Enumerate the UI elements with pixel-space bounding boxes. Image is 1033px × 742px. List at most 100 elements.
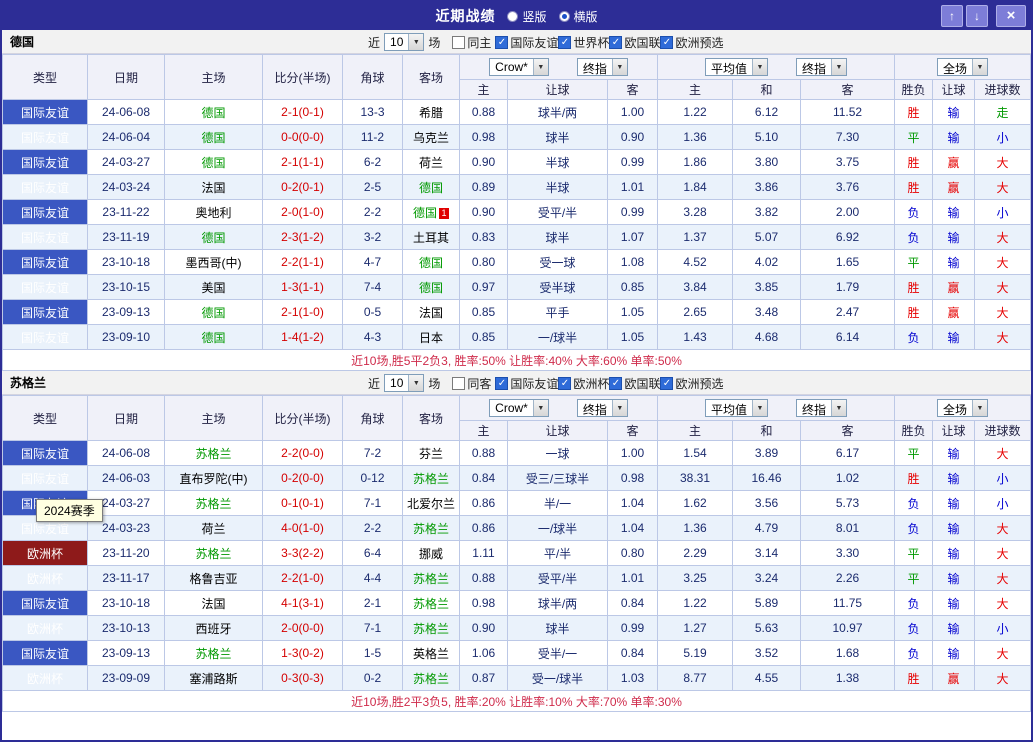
cell-avg-draw: 5.07 [733, 225, 801, 250]
cell-handicap-result: 输 [933, 616, 975, 641]
cell-handicap: 半球 [508, 175, 608, 200]
competition-checkbox[interactable]: 欧洲杯 [558, 375, 609, 392]
col-date-header: 日期 [88, 55, 165, 100]
cell-odds-home: 0.89 [460, 175, 508, 200]
cell-score: 3-3(2-2) [263, 541, 343, 566]
competition-checkbox[interactable]: 欧洲预选 [660, 34, 723, 51]
cell-result: 平 [895, 441, 933, 466]
cell-avg-away: 2.00 [801, 200, 895, 225]
match-count-select[interactable]: 10 ▼ [384, 33, 424, 51]
cell-corners: 11-2 [343, 125, 403, 150]
cell-odds-away: 0.85 [608, 275, 658, 300]
cell-score: 2-0(0-0) [263, 616, 343, 641]
cell-corners: 0-12 [343, 466, 403, 491]
cell-handicap-result: 输 [933, 250, 975, 275]
average-stage-select[interactable]: 终指 ▼ [796, 58, 847, 76]
team-section-germany: 德国 近 10 ▼ 场 同主 国际友谊世界杯欧国联欧洲预选 [2, 30, 1031, 371]
cell-handicap: 球半/两 [508, 100, 608, 125]
cell-odds-home: 0.97 [460, 275, 508, 300]
cell-away-team: 德国 [403, 275, 460, 300]
cell-date: 23-11-19 [88, 225, 165, 250]
scroll-up-button[interactable]: ↑ [941, 5, 963, 27]
cell-corners: 7-4 [343, 275, 403, 300]
close-button[interactable]: × [996, 5, 1026, 27]
red-card-badge: 1 [439, 208, 449, 219]
cell-avg-away: 3.76 [801, 175, 895, 200]
match-row: 国际友谊23-09-13苏格兰1-3(0-2)1-5英格兰1.06受半/一0.8… [3, 641, 1031, 666]
chevron-down-icon: ▼ [752, 59, 767, 75]
cell-handicap: 一/球半 [508, 325, 608, 350]
cell-avg-draw: 6.12 [733, 100, 801, 125]
chevron-down-icon: ▼ [752, 400, 767, 416]
average-stage-select[interactable]: 终指 ▼ [796, 399, 847, 417]
cell-corners: 7-1 [343, 616, 403, 641]
cell-away-team: 荷兰 [403, 150, 460, 175]
cell-result: 胜 [895, 150, 933, 175]
cell-result: 胜 [895, 300, 933, 325]
competition-checkbox[interactable]: 欧国联 [609, 34, 660, 51]
odds-stage-select[interactable]: 终指 ▼ [577, 58, 628, 76]
cell-result: 胜 [895, 275, 933, 300]
checkbox-label: 欧洲预选 [675, 34, 723, 51]
cell-handicap-result: 赢 [933, 150, 975, 175]
cell-avg-draw: 3.52 [733, 641, 801, 666]
team-section-scotland: 苏格兰 近 10 ▼ 场 同客 国际友谊欧洲杯欧国联欧洲预选 [2, 371, 1031, 712]
layout-radio-horizontal[interactable]: 横版 [559, 8, 598, 25]
competition-filters: 国际友谊世界杯欧国联欧洲预选 [495, 34, 723, 51]
average-select[interactable]: 平均值 ▼ [705, 399, 768, 417]
layout-radio-vertical[interactable]: 竖版 [507, 8, 546, 25]
cell-corners: 6-4 [343, 541, 403, 566]
cell-corners: 7-1 [343, 491, 403, 516]
competition-checkbox[interactable]: 欧国联 [609, 375, 660, 392]
cell-handicap-result: 输 [933, 641, 975, 666]
cell-goals: 小 [975, 466, 1031, 491]
odds-stage-select[interactable]: 终指 ▼ [577, 399, 628, 417]
sub-goals-header: 进球数 [975, 421, 1031, 441]
scope-select[interactable]: 全场 ▼ [937, 58, 988, 76]
checkbox-icon [609, 377, 622, 390]
cell-date: 23-09-10 [88, 325, 165, 350]
competition-checkbox[interactable]: 国际友谊 [495, 375, 558, 392]
cell-home-team: 苏格兰 [165, 491, 263, 516]
cell-avg-home: 5.19 [658, 641, 733, 666]
bookmaker-select[interactable]: Crow* ▼ [489, 58, 549, 76]
cell-home-team: 荷兰 [165, 516, 263, 541]
same-venue-checkbox[interactable]: 同主 [452, 34, 491, 51]
match-count-select[interactable]: 10 ▼ [384, 374, 424, 392]
competition-checkbox[interactable]: 国际友谊 [495, 34, 558, 51]
cell-avg-home: 4.52 [658, 250, 733, 275]
team-name: 苏格兰 [2, 374, 46, 391]
chevron-down-icon: ▼ [408, 375, 423, 391]
cell-avg-away: 10.97 [801, 616, 895, 641]
cell-result: 负 [895, 225, 933, 250]
average-select[interactable]: 平均值 ▼ [705, 58, 768, 76]
col-type-header: 类型 [3, 55, 88, 100]
competition-checkbox[interactable]: 世界杯 [558, 34, 609, 51]
cell-home-team: 德国 [165, 225, 263, 250]
games-label: 场 [428, 34, 440, 51]
summary-row: 近10场,胜2平3负5, 胜率:20% 让胜率:10% 大率:70% 单率:30… [3, 691, 1031, 712]
scroll-down-button[interactable]: ↓ [966, 5, 988, 27]
cell-home-team: 德国 [165, 325, 263, 350]
scope-select[interactable]: 全场 ▼ [937, 399, 988, 417]
cell-odds-home: 0.88 [460, 100, 508, 125]
cell-goals: 大 [975, 150, 1031, 175]
cell-goals: 大 [975, 300, 1031, 325]
cell-avg-draw: 3.80 [733, 150, 801, 175]
cell-goals: 大 [975, 275, 1031, 300]
cell-away-team: 苏格兰 [403, 516, 460, 541]
cell-avg-home: 1.22 [658, 100, 733, 125]
cell-odds-away: 0.90 [608, 125, 658, 150]
cell-odds-home: 0.85 [460, 300, 508, 325]
cell-avg-home: 3.84 [658, 275, 733, 300]
bookmaker-select[interactable]: Crow* ▼ [489, 399, 549, 417]
recent-results-window: 近期战绩 竖版 横版 ↑ ↓ × 德国 近 10 ▼ [0, 0, 1033, 742]
competition-checkbox[interactable]: 欧洲预选 [660, 375, 723, 392]
cell-odds-home: 0.86 [460, 516, 508, 541]
cell-home-team: 格鲁吉亚 [165, 566, 263, 591]
cell-avg-draw: 16.46 [733, 466, 801, 491]
cell-home-team: 奥地利 [165, 200, 263, 225]
same-venue-checkbox[interactable]: 同客 [452, 375, 491, 392]
scope-value: 全场 [938, 400, 972, 416]
near-label: 近 [368, 375, 380, 392]
